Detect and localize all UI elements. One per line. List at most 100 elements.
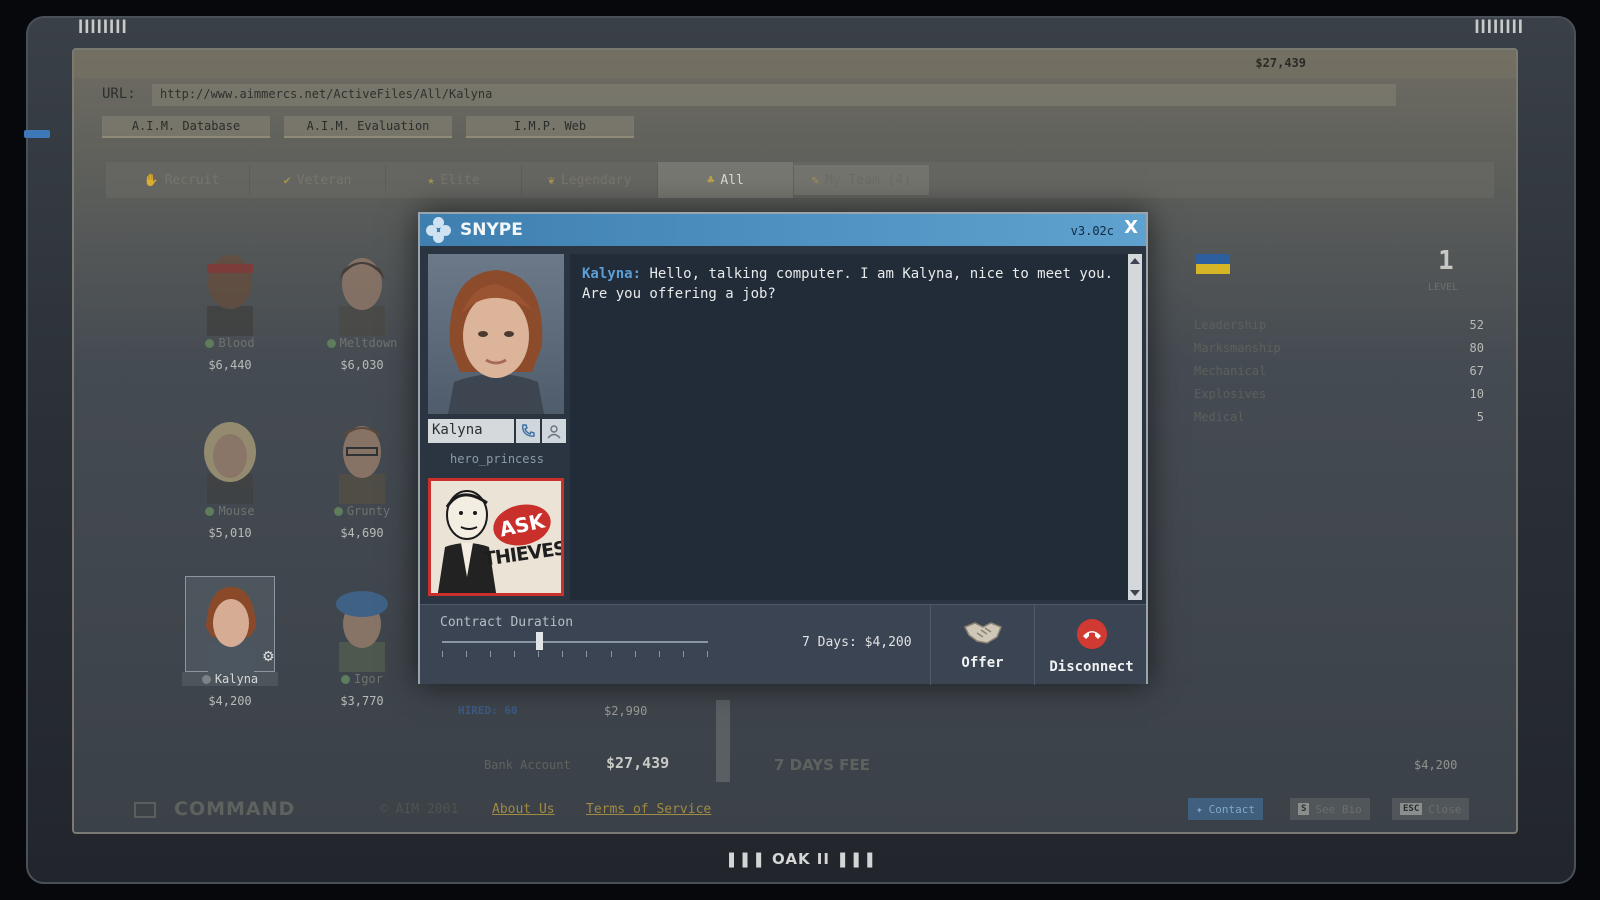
user-icon [547, 425, 561, 439]
star-icon: ★ [427, 173, 435, 187]
fee-label: 7 DAYS FEE [774, 756, 870, 774]
contract-duration-slider[interactable] [442, 641, 708, 643]
phone-icon [521, 424, 535, 437]
disconnect-label: Disconnect [1049, 659, 1134, 675]
merc-card-grunty[interactable]: Grunty $4,690 [312, 408, 412, 540]
chat-text: Hello, talking computer. I am Kalyna, ni… [582, 266, 1114, 302]
merc-price: $6,030 [340, 358, 384, 372]
call-button[interactable] [516, 419, 540, 443]
contact-portrait [428, 254, 564, 414]
laptop-brand: ❚❚❚ OAK II ❚❚❚ [725, 850, 877, 868]
terms-link[interactable]: Terms of Service [586, 802, 711, 817]
skill-value: 52 [1469, 318, 1484, 332]
contact-button[interactable]: ✦ Contact [1188, 798, 1263, 820]
snype-close-button[interactable]: X [1124, 217, 1138, 238]
scroll-down-icon[interactable] [1130, 590, 1140, 596]
command-logo: COMMAND [174, 798, 296, 820]
scroll-up-icon[interactable] [1130, 258, 1140, 264]
filter-label: Recruit [164, 172, 220, 188]
svg-text:⚙: ⚙ [262, 649, 275, 665]
disconnect-button[interactable]: Disconnect [1034, 605, 1148, 685]
skill-name: Explosives [1194, 387, 1267, 401]
see-bio-button[interactable]: S See Bio [1290, 798, 1370, 820]
contract-panel: Contract Duration 7 Days: $4,200 Offer D… [420, 604, 1148, 685]
skill-row: Mechanical 67 [1194, 364, 1484, 387]
merc-card-blood[interactable]: Blood $6,440 [180, 240, 280, 372]
contact-panel: Kalyna hero_princess ASK THIEVES [428, 254, 566, 596]
laurel-icon: ❦ [547, 173, 555, 187]
check-icon: ✔ [283, 173, 291, 187]
skill-name: Medical [1194, 410, 1245, 424]
merc-card-igor[interactable]: Igor $3,770 [312, 576, 412, 708]
tab-aim-evaluation[interactable]: A.I.M. Evaluation [284, 116, 452, 138]
list-scrollbar[interactable] [716, 700, 730, 782]
snype-dialog: SNYPE v3.02c X Kalyna hero_princess ASK … [418, 212, 1148, 685]
merc-card-meltdown[interactable]: Meltdown $6,030 [312, 240, 412, 372]
speaker-grill-left: ǀǀǀǀǀǀǀǀ [78, 18, 128, 34]
hired-count: HIRED: 60 [458, 704, 518, 717]
skill-name: Leadership [1194, 318, 1267, 332]
filter-my-team[interactable]: ✎ My Team (4) [794, 165, 930, 195]
copyright: © AIM 2001 [380, 802, 459, 817]
snype-version: v3.02c [1070, 224, 1114, 238]
contract-duration-label: Contract Duration [440, 615, 574, 630]
button-label: Contact [1208, 802, 1255, 816]
skill-value: 67 [1469, 364, 1484, 378]
contact-handle: hero_princess [450, 452, 544, 466]
level-value: 1 [1438, 246, 1454, 276]
chat-message: Kalyna: Hello, talking computer. I am Ka… [582, 264, 1116, 304]
merc-name: Blood [218, 336, 255, 350]
filter-label: My Team (4) [825, 172, 912, 188]
slider-handle[interactable] [536, 632, 543, 650]
status-dot [205, 506, 215, 516]
merc-card-kalyna[interactable]: ⚙ Kalyna $4,200 [180, 576, 280, 708]
url-field[interactable]: http://www.aimmercs.net/ActiveFiles/All/… [152, 84, 1396, 106]
skill-value: 5 [1476, 410, 1484, 424]
filter-label: Veteran [296, 172, 352, 188]
filter-label: All [720, 172, 744, 188]
offer-button[interactable]: Offer [930, 605, 1034, 685]
fee-value: $4,200 [1414, 758, 1458, 772]
merc-name: Kalyna [214, 672, 259, 686]
skill-name: Marksmanship [1194, 341, 1281, 355]
merc-name: Mouse [218, 504, 255, 518]
skill-row: Medical 5 [1194, 410, 1484, 433]
merc-portrait [185, 240, 275, 336]
merc-portrait [317, 240, 407, 336]
skill-row: Marksmanship 80 [1194, 341, 1484, 364]
merc-card-mouse[interactable]: Mouse $5,010 [180, 408, 280, 540]
tab-imp-web[interactable]: I.M.P. Web [466, 116, 634, 138]
top-status-bar: $27,439 [74, 50, 1516, 78]
status-dot [333, 506, 343, 516]
status-dot [201, 674, 211, 684]
merc-portrait [317, 576, 407, 672]
status-dot [326, 338, 336, 348]
filter-legendary[interactable]: ❦ Legendary [522, 165, 658, 195]
about-us-link[interactable]: About Us [492, 802, 555, 817]
skill-value: 80 [1469, 341, 1484, 355]
filter-veteran[interactable]: ✔ Veteran [250, 165, 386, 195]
button-label: See Bio [1315, 802, 1362, 816]
filter-recruit[interactable]: ✋ Recruit [114, 165, 250, 195]
filter-label: Elite [440, 172, 480, 188]
tab-aim-database[interactable]: A.I.M. Database [102, 116, 270, 138]
merc-name: Grunty [346, 504, 391, 518]
pencil-icon: ✎ [811, 173, 820, 187]
site-nav-tabs: A.I.M. Database A.I.M. Evaluation I.M.P.… [102, 116, 634, 138]
merc-portrait [185, 408, 275, 504]
nationality-flag [1196, 254, 1230, 274]
ask-thieves-ad[interactable]: ASK THIEVES [428, 478, 564, 596]
url-label: URL: [102, 86, 136, 102]
command-icon [134, 802, 156, 818]
key-hint: S [1298, 803, 1310, 815]
chat-scrollbar[interactable] [1128, 254, 1142, 600]
balance-display: $27,439 [1255, 56, 1306, 70]
filter-all[interactable]: ♣ All [658, 162, 794, 198]
status-dot [205, 338, 215, 348]
profile-button[interactable] [542, 419, 566, 443]
close-button[interactable]: ESC Close [1392, 798, 1470, 820]
filter-elite[interactable]: ★ Elite [386, 165, 522, 195]
merc-price: $4,690 [340, 526, 384, 540]
merc-name: Igor [354, 672, 383, 686]
side-indicator [24, 130, 50, 138]
